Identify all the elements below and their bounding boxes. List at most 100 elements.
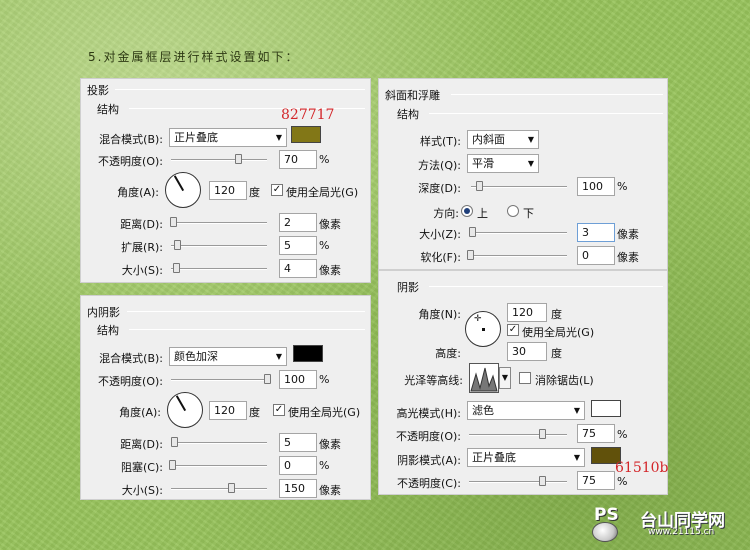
choke-label: 阻塞(C): xyxy=(121,461,163,474)
angle-label: 角度(N): xyxy=(418,308,461,321)
shadow-mode-select[interactable]: 正片叠底 ▼ xyxy=(467,448,585,467)
highlight-opacity-slider-track[interactable] xyxy=(469,434,567,436)
shading-panel: 阴影 角度(N): 120 度 ✛ ✓ 使用全局光(G) 高度: 30 度 光泽… xyxy=(378,270,669,495)
opacity-slider-thumb[interactable] xyxy=(264,374,271,384)
blend-mode-select[interactable]: 颜色加深 ▼ xyxy=(169,347,287,366)
shadow-opacity-slider-thumb[interactable] xyxy=(539,476,546,486)
section-subtitle: 结构 xyxy=(97,103,119,116)
distance-unit: 像素 xyxy=(319,218,341,231)
opacity-input[interactable]: 70 xyxy=(279,150,317,169)
shadow-opacity-slider-track[interactable] xyxy=(469,481,567,483)
direction-up-radio[interactable] xyxy=(461,205,473,217)
opacity-input[interactable]: 100 xyxy=(279,370,317,389)
style-select[interactable]: 内斜面 ▼ xyxy=(467,130,539,149)
soften-input[interactable]: 0 xyxy=(577,246,615,265)
shadow-opacity-input[interactable]: 75 xyxy=(577,471,615,490)
global-light-label: 使用全局光(G) xyxy=(286,186,359,199)
shadow-opacity-label: 不透明度(C): xyxy=(397,477,461,490)
section-title: 阴影 xyxy=(397,281,419,294)
blend-mode-select[interactable]: 正片叠底 ▼ xyxy=(169,128,287,147)
chevron-down-icon: ▼ xyxy=(527,159,534,168)
opacity-slider-track[interactable] xyxy=(171,379,267,381)
size-slider-thumb[interactable] xyxy=(228,483,235,493)
size-slider-thumb[interactable] xyxy=(173,263,180,273)
technique-label: 方法(Q): xyxy=(418,159,461,172)
size-slider-track[interactable] xyxy=(171,488,267,490)
size-input[interactable]: 3 xyxy=(577,223,615,242)
altitude-unit: 度 xyxy=(551,347,562,360)
highlight-mode-label: 高光模式(H): xyxy=(396,407,461,420)
opacity-slider-track[interactable] xyxy=(171,159,267,161)
divider xyxy=(115,89,365,90)
angle-input[interactable]: 120 xyxy=(209,401,247,420)
opacity-unit: % xyxy=(319,153,330,166)
depth-slider-thumb[interactable] xyxy=(476,181,483,191)
spread-slider-track[interactable] xyxy=(171,245,267,247)
depth-input[interactable]: 100 xyxy=(577,177,615,196)
angle-input[interactable]: 120 xyxy=(209,181,247,200)
distance-input[interactable]: 2 xyxy=(279,213,317,232)
color-swatch[interactable] xyxy=(293,345,323,362)
global-light-checkbox[interactable]: ✓ xyxy=(507,324,519,336)
distance-unit: 像素 xyxy=(319,438,341,451)
highlight-opacity-unit: % xyxy=(617,428,628,441)
highlight-mode-value: 滤色 xyxy=(472,404,494,417)
gloss-contour-dropdown[interactable]: ▼ xyxy=(499,367,511,389)
altitude-input[interactable]: 30 xyxy=(507,342,547,361)
size-input[interactable]: 150 xyxy=(279,479,317,498)
soften-slider-track[interactable] xyxy=(469,255,567,257)
global-light-checkbox[interactable]: ✓ xyxy=(273,404,285,416)
choke-slider-track[interactable] xyxy=(171,465,267,467)
altitude-label: 高度: xyxy=(435,347,461,360)
distance-label: 距离(D): xyxy=(120,438,163,451)
opacity-unit: % xyxy=(319,373,330,386)
angle-input[interactable]: 120 xyxy=(507,303,547,322)
blend-mode-label: 混合模式(B): xyxy=(99,133,163,146)
distance-slider-thumb[interactable] xyxy=(171,437,178,447)
size-slider-track[interactable] xyxy=(171,268,267,270)
choke-input[interactable]: 0 xyxy=(279,456,317,475)
altitude-dot xyxy=(482,328,485,331)
distance-input[interactable]: 5 xyxy=(279,433,317,452)
highlight-opacity-input[interactable]: 75 xyxy=(577,424,615,443)
spread-slider-thumb[interactable] xyxy=(174,240,181,250)
angle-dial[interactable] xyxy=(165,172,201,208)
depth-unit: % xyxy=(617,180,628,193)
size-label: 大小(S): xyxy=(121,264,163,277)
color-swatch[interactable] xyxy=(291,126,321,143)
distance-slider-track[interactable] xyxy=(171,442,267,444)
angle-altitude-dial[interactable]: ✛ xyxy=(465,311,501,347)
gloss-contour-preview[interactable] xyxy=(469,363,499,393)
size-slider-thumb[interactable] xyxy=(469,227,476,237)
size-input[interactable]: 4 xyxy=(279,259,317,278)
chevron-down-icon: ▼ xyxy=(275,352,282,361)
size-label: 大小(S): xyxy=(121,484,163,497)
distance-label: 距离(D): xyxy=(120,218,163,231)
section-title: 投影 xyxy=(87,84,109,97)
soften-slider-thumb[interactable] xyxy=(467,250,474,260)
color-annotation: 61510b xyxy=(615,460,669,476)
antialias-checkbox[interactable] xyxy=(519,372,531,384)
technique-value: 平滑 xyxy=(472,157,494,170)
choke-slider-thumb[interactable] xyxy=(169,460,176,470)
highlight-opacity-slider-thumb[interactable] xyxy=(539,429,546,439)
technique-select[interactable]: 平滑 ▼ xyxy=(467,154,539,173)
size-slider-track[interactable] xyxy=(469,232,567,234)
highlight-color-swatch[interactable] xyxy=(591,400,621,417)
global-light-checkbox[interactable]: ✓ xyxy=(271,184,283,196)
angle-unit: 度 xyxy=(249,406,260,419)
size-unit: 像素 xyxy=(617,228,639,241)
opacity-slider-thumb[interactable] xyxy=(235,154,243,164)
size-unit: 像素 xyxy=(319,264,341,277)
spread-input[interactable]: 5 xyxy=(279,236,317,255)
direction-down-radio[interactable] xyxy=(507,205,519,217)
distance-slider-thumb[interactable] xyxy=(170,217,177,227)
angle-dial[interactable] xyxy=(167,392,203,428)
crosshair-icon: ✛ xyxy=(474,314,482,324)
highlight-mode-select[interactable]: 滤色 ▼ xyxy=(467,401,585,420)
chevron-down-icon: ▼ xyxy=(275,133,282,142)
depth-slider-track[interactable] xyxy=(471,186,567,188)
highlight-opacity-label: 不透明度(O): xyxy=(396,430,461,443)
opacity-label: 不透明度(O): xyxy=(98,375,163,388)
distance-slider-track[interactable] xyxy=(171,222,267,224)
